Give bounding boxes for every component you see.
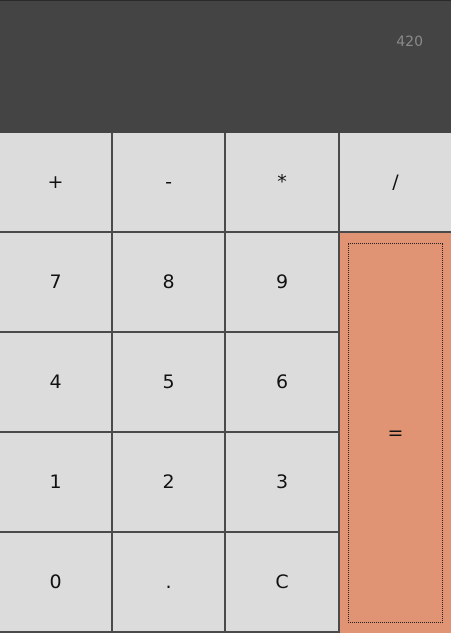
digit-2-button[interactable]: 2 [113,433,226,533]
decimal-button[interactable]: . [113,533,226,633]
digit-9-button[interactable]: 9 [226,233,340,333]
digit-7-button[interactable]: 7 [0,233,113,333]
add-button[interactable]: + [0,133,113,233]
divide-button[interactable]: / [340,133,451,233]
digit-0-button[interactable]: 0 [0,533,113,633]
digit-8-button[interactable]: 8 [113,233,226,333]
keypad: + - * / 7 8 9 = 4 5 6 1 2 3 0 . C [0,133,451,633]
digit-1-button[interactable]: 1 [0,433,113,533]
clear-button[interactable]: C [226,533,340,633]
subtract-button[interactable]: - [113,133,226,233]
calculator-window: 420 + - * / 7 8 9 = 4 5 6 1 2 3 0 . C [0,0,451,633]
multiply-button[interactable]: * [226,133,340,233]
display-value: 420 [396,34,423,50]
digit-4-button[interactable]: 4 [0,333,113,433]
equals-label: = [387,422,404,444]
digit-3-button[interactable]: 3 [226,433,340,533]
equals-button[interactable]: = [340,233,451,633]
digit-5-button[interactable]: 5 [113,333,226,433]
display-panel: 420 [0,0,451,133]
digit-6-button[interactable]: 6 [226,333,340,433]
